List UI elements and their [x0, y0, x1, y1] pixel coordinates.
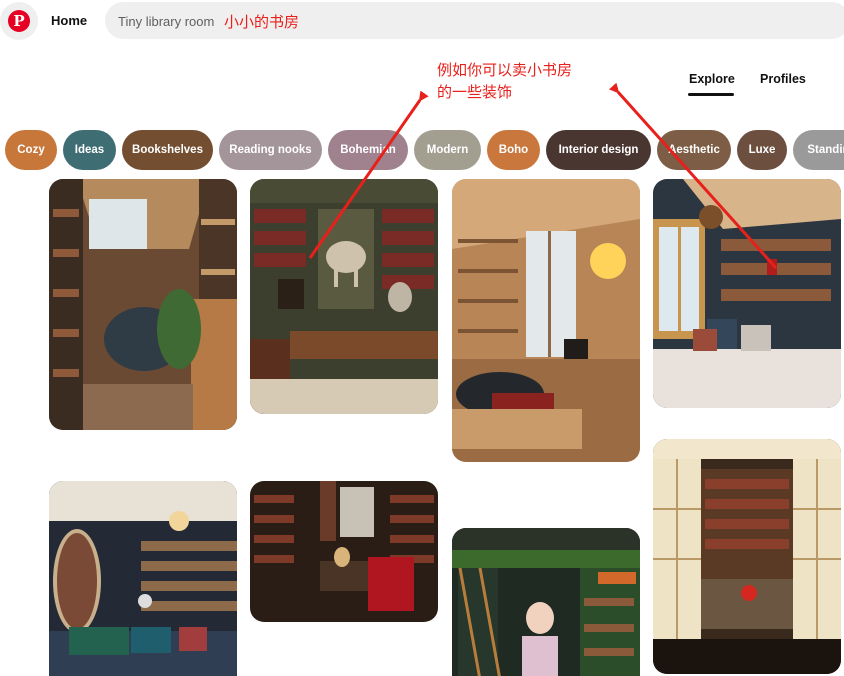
- search-annotation: 小小的书房: [224, 13, 300, 31]
- pin-french-doors-library[interactable]: [653, 439, 841, 674]
- pin-image: [49, 179, 237, 430]
- annotation-line-1: 例如你可以卖小书房: [437, 61, 573, 79]
- pin-navy-library-with-leather-sofa[interactable]: [49, 481, 237, 676]
- annotation-note: 例如你可以卖小书房 的一些装饰: [437, 59, 627, 103]
- search-input[interactable]: Tiny library room: [105, 2, 844, 39]
- pin-image: [250, 481, 438, 622]
- pin-image: [452, 179, 640, 462]
- chip-interior-design[interactable]: Interior design: [546, 130, 651, 170]
- tab-explore[interactable]: Explore: [689, 72, 735, 86]
- chip-standing[interactable]: Standing: [793, 130, 844, 170]
- pin-green-shelves-with-ladder[interactable]: [452, 528, 640, 676]
- active-tab-indicator: [688, 93, 734, 96]
- pin-wooden-cabin-reading-room[interactable]: [452, 179, 640, 462]
- pinterest-logo[interactable]: P: [0, 2, 38, 40]
- chip-reading-nooks[interactable]: Reading nooks: [219, 130, 322, 170]
- pin-classic-study-with-horse-statue[interactable]: [250, 179, 438, 414]
- annotation-line-2: 的一些装饰: [437, 83, 513, 101]
- chip-boho[interactable]: Boho: [487, 130, 540, 170]
- chip-bohemian[interactable]: Bohemian: [328, 130, 408, 170]
- chip-modern[interactable]: Modern: [414, 130, 481, 170]
- pin-attic-window-seat-nook[interactable]: [653, 179, 841, 408]
- chip-aesthetic[interactable]: Aesthetic: [657, 130, 731, 170]
- pin-image: [653, 179, 841, 408]
- tab-profiles[interactable]: Profiles: [760, 72, 806, 86]
- chip-ideas[interactable]: Ideas: [63, 130, 116, 170]
- search-query: Tiny library room: [118, 14, 215, 29]
- pin-image: [49, 481, 237, 676]
- home-link[interactable]: Home: [51, 13, 87, 28]
- pin-image: [653, 439, 841, 674]
- pin-dark-library-red-armchair[interactable]: [250, 481, 438, 622]
- chip-luxe[interactable]: Luxe: [737, 130, 787, 170]
- pin-attic-library-nook[interactable]: [49, 179, 237, 430]
- pin-image: [250, 179, 438, 414]
- chip-cozy[interactable]: Cozy: [5, 130, 57, 170]
- pinterest-logo-icon: P: [8, 10, 30, 32]
- pin-image: [452, 528, 640, 676]
- chip-bookshelves[interactable]: Bookshelves: [122, 130, 213, 170]
